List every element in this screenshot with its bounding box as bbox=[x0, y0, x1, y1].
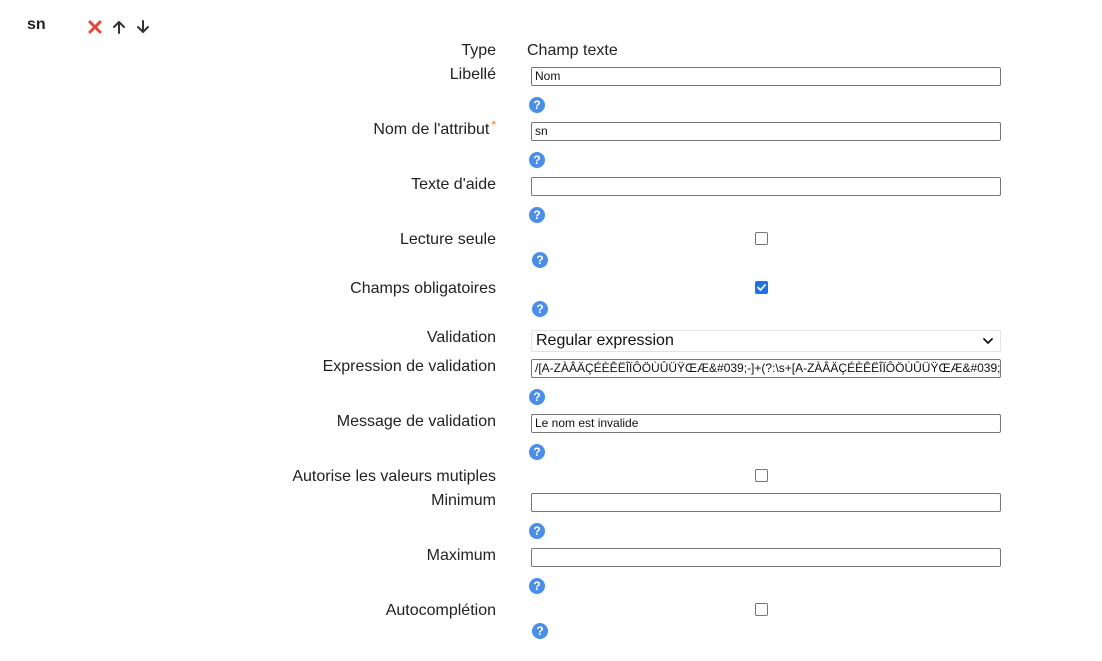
help-icon[interactable]: ? bbox=[529, 207, 545, 223]
validation-label: Validation bbox=[426, 329, 496, 346]
help-icon[interactable]: ? bbox=[532, 301, 548, 317]
valeurs-multiples-label: Autorise les valeurs mutiples bbox=[292, 468, 496, 485]
delete-icon[interactable] bbox=[86, 18, 104, 36]
lecture-seule-label: Lecture seule bbox=[399, 231, 496, 248]
maximum-label: Maximum bbox=[426, 547, 496, 564]
help-icon[interactable]: ? bbox=[529, 523, 545, 539]
validation-selected-value: Regular expression bbox=[536, 332, 674, 349]
texte-aide-label: Texte d'aide bbox=[411, 176, 496, 193]
help-icon[interactable]: ? bbox=[532, 252, 548, 268]
message-validation-input[interactable]: Le nom est invalide bbox=[531, 414, 1001, 433]
libelle-label: Libellé bbox=[449, 66, 496, 83]
message-validation-label: Message de validation bbox=[336, 413, 496, 430]
texte-aide-input[interactable] bbox=[531, 177, 1001, 196]
minimum-input[interactable] bbox=[531, 493, 1001, 512]
check-icon bbox=[757, 284, 766, 291]
expression-validation-input[interactable]: /[A-ZÀÂÄÇÉÈÊËÎÏÔÖÙÛÜŸŒÆ&#039;-]+(?:\s+[A… bbox=[531, 359, 1001, 378]
help-icon[interactable]: ? bbox=[532, 623, 548, 639]
champs-obligatoires-checkbox[interactable] bbox=[755, 281, 768, 294]
nom-attribut-input[interactable]: sn bbox=[531, 122, 1001, 141]
field-title: sn bbox=[27, 16, 46, 33]
nom-attribut-label: Nom de l'attribut * bbox=[373, 118, 496, 140]
help-icon[interactable]: ? bbox=[529, 444, 545, 460]
help-icon[interactable]: ? bbox=[529, 578, 545, 594]
maximum-input[interactable] bbox=[531, 548, 1001, 567]
arrow-up-icon[interactable] bbox=[110, 18, 128, 36]
required-marker: * bbox=[491, 118, 496, 132]
help-icon[interactable]: ? bbox=[529, 97, 545, 113]
minimum-label: Minimum bbox=[431, 492, 496, 509]
expression-validation-label: Expression de validation bbox=[322, 358, 496, 375]
champs-obligatoires-label: Champs obligatoires bbox=[350, 280, 496, 297]
type-value: Champ texte bbox=[527, 42, 618, 59]
valeurs-multiples-checkbox[interactable] bbox=[755, 469, 768, 482]
autocompletion-label: Autocomplétion bbox=[385, 602, 496, 619]
help-icon[interactable]: ? bbox=[529, 152, 545, 168]
help-icon[interactable]: ? bbox=[529, 389, 545, 405]
arrow-down-icon[interactable] bbox=[134, 18, 152, 36]
libelle-input[interactable]: Nom bbox=[531, 67, 1001, 86]
type-label: Type bbox=[461, 42, 496, 59]
validation-select[interactable]: Regular expression bbox=[531, 330, 1001, 352]
field-actions bbox=[86, 18, 152, 36]
lecture-seule-checkbox[interactable] bbox=[755, 232, 768, 245]
nom-attribut-label-text: Nom de l'attribut bbox=[373, 121, 490, 138]
chevron-down-icon bbox=[982, 334, 996, 348]
autocompletion-checkbox[interactable] bbox=[755, 603, 768, 616]
